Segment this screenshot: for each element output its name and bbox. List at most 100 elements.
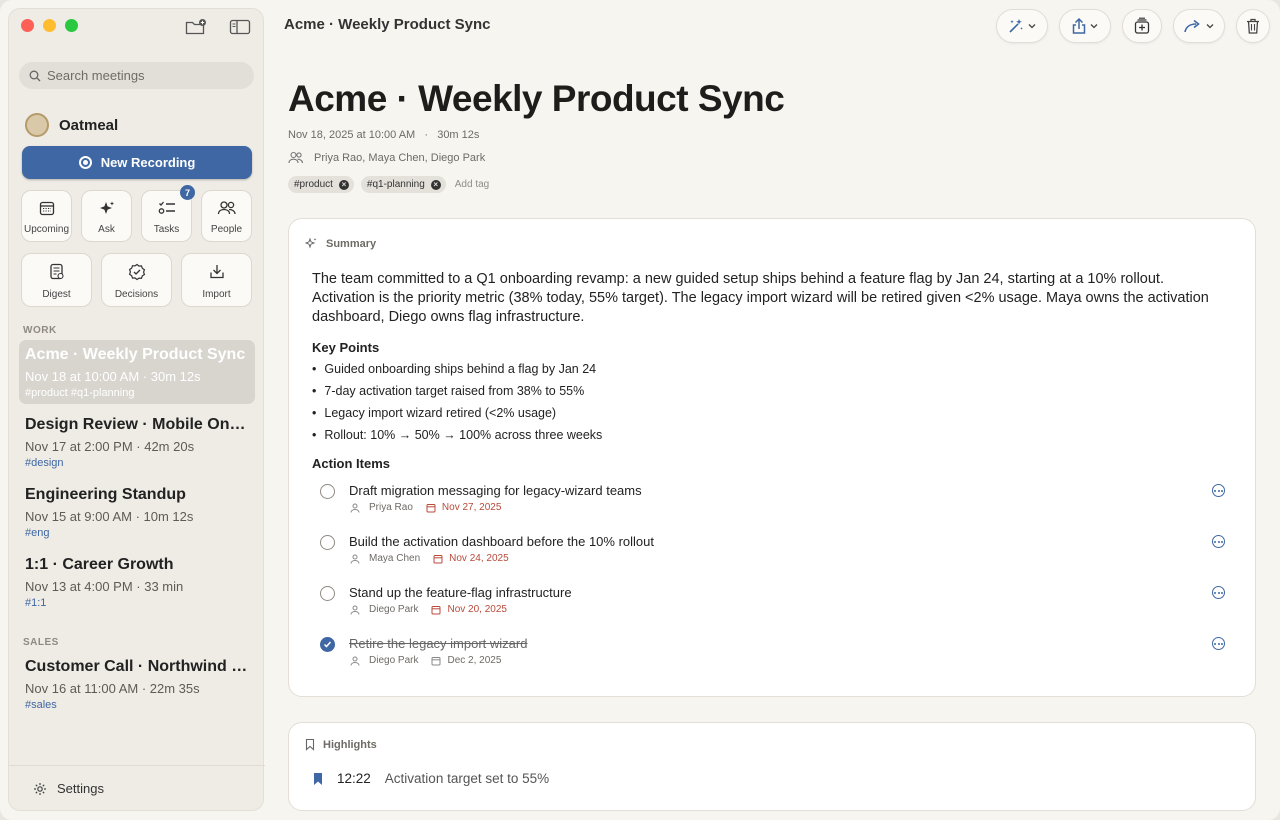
person-icon <box>350 605 360 615</box>
meeting-title: Engineering Standup <box>25 486 186 503</box>
tile-label: Decisions <box>114 289 159 300</box>
tile-decisions[interactable]: Decisions <box>101 253 172 307</box>
action-owner: Priya Rao <box>369 502 413 513</box>
checkmark-icon <box>323 641 332 648</box>
sparkle-icon <box>305 237 317 249</box>
highlights-label: Highlights <box>323 738 377 751</box>
search-icon <box>29 70 41 81</box>
task-checkbox[interactable] <box>320 586 335 601</box>
record-icon <box>78 156 92 169</box>
new-recording-button[interactable]: New Recording <box>22 146 252 179</box>
verified-check-icon <box>128 263 145 281</box>
tile-people[interactable]: People <box>201 190 252 242</box>
action-items-heading: Action Items <box>312 456 391 471</box>
meeting-tags: #product #q1-planning <box>25 387 135 399</box>
calendar-icon <box>426 503 436 512</box>
action-item-text[interactable]: Stand up the feature-flag infrastructure <box>349 585 572 600</box>
more-options-icon[interactable] <box>1212 637 1225 650</box>
meeting-item[interactable]: Engineering Standup Nov 15 at 9:00 AM · … <box>19 480 255 544</box>
tile-digest[interactable]: Digest <box>21 253 92 307</box>
tile-import[interactable]: Import <box>181 253 252 307</box>
action-item-text[interactable]: Retire the legacy import wizard <box>349 636 527 651</box>
remove-tag-icon[interactable]: × <box>338 179 349 190</box>
sidebar-divider <box>9 765 265 766</box>
people-icon <box>288 151 304 164</box>
action-item-text[interactable]: Build the activation dashboard before th… <box>349 534 654 549</box>
summary-card: Summary The team committed to a Q1 onboa… <box>288 218 1256 697</box>
meeting-item[interactable]: Customer Call · Northwind Traders Nov 16… <box>19 652 255 716</box>
close-window-button[interactable] <box>21 19 34 32</box>
settings-label: Settings <box>57 781 104 796</box>
attendee-names: Priya Rao, Maya Chen, Diego Park <box>314 151 486 164</box>
tag-chip[interactable]: #q1-planning × <box>360 176 446 193</box>
action-due-date: Dec 2, 2025 <box>447 655 502 666</box>
brand-name: Oatmeal <box>59 116 119 134</box>
calendar-icon <box>431 605 441 614</box>
meeting-item[interactable]: Design Review · Mobile Onboarding Nov 17… <box>19 410 255 474</box>
ai-magic-button[interactable] <box>996 9 1048 43</box>
task-checkbox[interactable] <box>320 484 335 499</box>
gear-icon <box>34 782 46 795</box>
tile-ask[interactable]: Ask <box>81 190 132 242</box>
meeting-meta: Nov 13 at 4:00 PM · 33 min <box>25 579 184 594</box>
calendar-icon <box>39 201 54 216</box>
new-folder-icon[interactable] <box>185 18 207 36</box>
add-note-button[interactable] <box>1122 9 1162 43</box>
summary-text: The team committed to a Q1 onboarding re… <box>312 271 1209 325</box>
action-owner: Diego Park <box>369 655 419 666</box>
brand: Oatmeal <box>25 113 118 137</box>
tile-upcoming[interactable]: Upcoming <box>21 190 72 242</box>
action-item-details: Diego Park Dec 2, 2025 <box>350 655 501 666</box>
meeting-title: Design Review · Mobile Onboarding <box>25 416 249 433</box>
settings-button[interactable]: Settings <box>33 781 104 796</box>
key-point: Guided onboarding ships behind a flag by… <box>312 361 602 383</box>
delete-button[interactable] <box>1236 9 1270 43</box>
highlight-item[interactable]: 12:22 Activation target set to 55% <box>313 771 549 786</box>
meeting-tags: #sales <box>25 699 57 711</box>
meeting-item-selected[interactable]: Acme · Weekly Product Sync Nov 18 at 10:… <box>19 340 255 404</box>
attendees: Priya Rao, Maya Chen, Diego Park <box>288 151 485 164</box>
meeting-title: Acme · Weekly Product Sync <box>25 346 246 363</box>
checklist-icon <box>158 201 175 214</box>
action-owner: Diego Park <box>369 604 419 615</box>
action-item-details: Maya Chen Nov 24, 2025 <box>350 553 509 564</box>
tag-chip[interactable]: #product × <box>288 176 354 193</box>
tile-label: Digest <box>42 289 71 300</box>
task-checkbox[interactable] <box>320 535 335 550</box>
bookmark-outline-icon <box>305 738 315 751</box>
remove-tag-icon[interactable]: × <box>430 179 441 190</box>
action-owner: Maya Chen <box>369 553 421 564</box>
forward-button[interactable] <box>1173 9 1225 43</box>
meeting-title: Customer Call · Northwind Traders <box>25 658 249 675</box>
stack-plus-icon <box>1134 17 1150 34</box>
action-item-text[interactable]: Draft migration messaging for legacy-wiz… <box>349 483 642 498</box>
action-due-date: Nov 24, 2025 <box>449 553 509 564</box>
sidebar-toggle-icon[interactable] <box>229 18 251 36</box>
chevron-down-icon <box>1206 24 1214 29</box>
summary-label: Summary <box>326 237 377 250</box>
people-icon <box>217 201 236 215</box>
tag-label: #product <box>294 179 333 190</box>
tile-tasks[interactable]: Tasks 7 <box>141 185 195 242</box>
meeting-meta: Nov 17 at 2:00 PM · 42m 20s <box>25 439 195 454</box>
share-button[interactable] <box>1059 9 1111 43</box>
trash-icon <box>1247 18 1259 34</box>
person-icon <box>350 656 360 666</box>
highlight-time: 12:22 <box>337 771 371 786</box>
task-checkbox-checked[interactable] <box>320 637 335 652</box>
maximize-window-button[interactable] <box>65 19 78 32</box>
minimize-window-button[interactable] <box>43 19 56 32</box>
more-options-icon[interactable] <box>1212 484 1225 497</box>
meeting-datetime-duration: Nov 18, 2025 at 10:00 AM · 30m 12s <box>288 129 480 141</box>
toolbar <box>996 9 1270 43</box>
more-options-icon[interactable] <box>1212 535 1225 548</box>
search-input[interactable]: Search meetings <box>19 62 254 89</box>
person-icon <box>350 503 360 513</box>
add-tag-input[interactable]: Add tag <box>455 179 489 190</box>
meeting-item[interactable]: 1:1 · Career Growth Nov 13 at 4:00 PM · … <box>19 550 255 614</box>
tile-label: Upcoming <box>23 224 70 235</box>
more-options-icon[interactable] <box>1212 586 1225 599</box>
meeting-meta: Nov 15 at 9:00 AM · 10m 12s <box>25 509 194 524</box>
tile-label: Import <box>202 289 231 300</box>
action-item-details: Diego Park Nov 20, 2025 <box>350 604 507 615</box>
